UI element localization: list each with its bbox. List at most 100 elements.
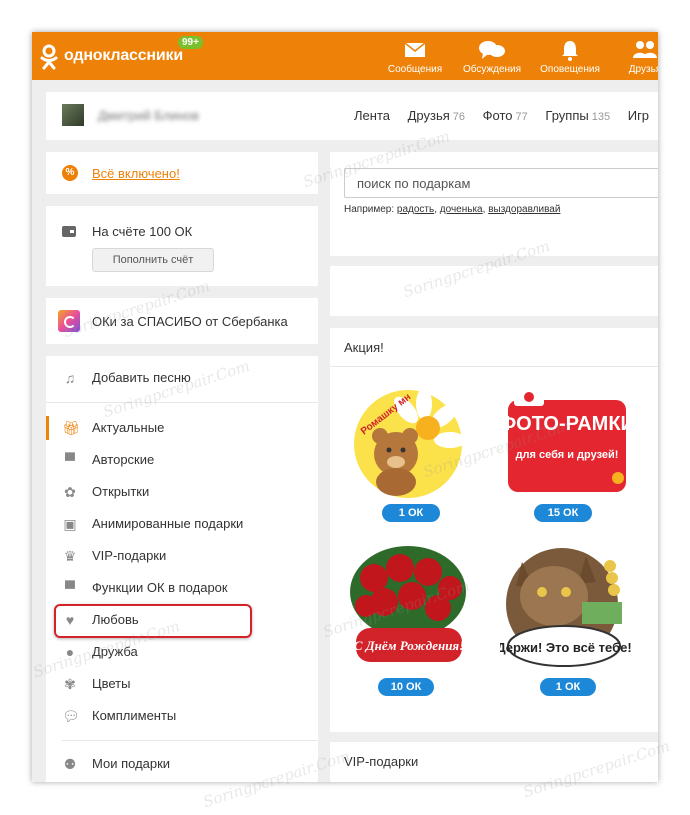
roses-birthday-sticker: С Днём Рождения! xyxy=(350,546,466,662)
menu-label: Актуальные xyxy=(92,420,165,435)
cat-money-sticker: Держи! Это всё тебе! xyxy=(496,548,632,667)
gift-price[interactable]: 1 ОК xyxy=(382,504,440,522)
avatar[interactable] xyxy=(62,104,84,126)
promo-gifts-section: Акция! Ромашку мн 1 ОК ФОТО-РАМКИ для се… xyxy=(330,328,658,732)
menu-cards[interactable]: ✿ Открытки xyxy=(46,480,318,504)
menu-label: Дружба xyxy=(92,644,138,659)
envelope-icon xyxy=(404,42,426,57)
tab-groups[interactable]: Группы 135 xyxy=(545,108,610,123)
profile-bar: Дмитрий Блинов Лента Друзья 76 Фото 77 Гру… xyxy=(46,92,658,140)
all-inclusive-promo: % Всё включено! xyxy=(46,152,318,194)
wallet-icon xyxy=(62,226,76,237)
example-link[interactable]: радость xyxy=(397,204,434,215)
flower-icon: ✾ xyxy=(64,676,76,692)
friends-icon xyxy=(633,41,657,58)
gift-roses-birthday[interactable]: С Днём Рождения! 10 ОК xyxy=(344,542,474,696)
music-note-icon: ♫ xyxy=(64,370,76,386)
menu-label: Мои подарки xyxy=(92,756,171,771)
section-title: Акция! xyxy=(344,340,384,355)
gift-icon: 🎁︎ xyxy=(62,420,80,436)
bell-icon xyxy=(562,41,578,61)
menu-author[interactable]: ▀ Авторские xyxy=(46,448,318,472)
menu-vip[interactable]: ♛ VIP-подарки xyxy=(46,544,318,568)
photo-frames-sticker: ФОТО-РАМКИ для себя и друзей! xyxy=(499,388,635,492)
gift-cat-money[interactable]: Держи! Это всё тебе! 1 ОК xyxy=(496,542,632,696)
search-examples: Например: радость, доченька, выздоравлив… xyxy=(344,204,561,215)
examples-prefix: Например: xyxy=(344,204,395,215)
menu-flowers[interactable]: ✾ Цветы xyxy=(46,672,318,696)
nav-friends-label: Друзья xyxy=(628,64,658,75)
divider xyxy=(330,366,658,367)
menu-my-gifts[interactable]: ⚉ Мои подарки xyxy=(46,752,318,776)
menu-actual[interactable]: 🎁︎ Актуальные xyxy=(46,416,321,440)
crown-icon: ♛ xyxy=(63,548,77,564)
nav-friends[interactable]: Друзья xyxy=(620,38,658,78)
menu-animated[interactable]: ▣ Анимированные подарки xyxy=(46,512,318,536)
menu-ok-functions[interactable]: ▀ Функции ОК в подарок xyxy=(46,576,318,600)
nav-messages-label: Сообщения xyxy=(387,64,443,75)
site-logo-text[interactable]: одноклассники xyxy=(64,47,183,65)
tab-friends[interactable]: Друзья 76 xyxy=(408,108,465,123)
my-gifts-icon: ⚉ xyxy=(63,756,77,772)
browser-viewport: одноклассники 99+ Сообщения Обсуждения О… xyxy=(32,32,658,782)
menu-label: Функции ОК в подарок xyxy=(92,580,228,595)
nav-discussions[interactable]: Обсуждения xyxy=(460,38,524,78)
people-icon: ● xyxy=(65,644,75,660)
menu-add-song[interactable]: ♫ Добавить песню xyxy=(46,366,318,390)
sticker-caption: Держи! Это всё тебе! xyxy=(500,640,632,655)
ok-logo-icon[interactable] xyxy=(40,44,58,70)
top-up-button[interactable]: Пополнить счёт xyxy=(92,248,214,272)
example-link[interactable]: доченька xyxy=(440,204,483,215)
gift-price[interactable]: 1 ОК xyxy=(540,678,596,696)
tab-photos[interactable]: Фото 77 xyxy=(483,108,528,123)
tab-feed[interactable]: Лента xyxy=(354,108,390,123)
hat-icon: ▀ xyxy=(65,580,75,596)
balance-card: На счёте 100 ОК Пополнить счёт xyxy=(46,206,318,286)
menu-friendship[interactable]: ● Дружба xyxy=(46,640,318,664)
profile-tabs: Лента Друзья 76 Фото 77 Группы 135 Игр xyxy=(354,108,658,123)
gift-search-input[interactable]: поиск по подаркам xyxy=(344,168,658,198)
menu-label: Комплименты xyxy=(92,708,177,723)
menu-label: Добавить песню xyxy=(92,370,191,385)
percent-icon: % xyxy=(62,165,78,181)
menu-label: Авторские xyxy=(92,452,155,467)
top-navigation-bar: одноклассники 99+ Сообщения Обсуждения О… xyxy=(32,32,658,80)
menu-label: Анимированные подарки xyxy=(92,516,244,531)
gift-bear-daisy[interactable]: Ромашку мн 1 ОК xyxy=(344,382,474,522)
bear-daisy-sticker: Ромашку мн xyxy=(354,388,466,498)
section-title: VIP-подарки xyxy=(344,754,419,769)
gift-search-card: поиск по подаркам Например: радость, доч… xyxy=(330,152,658,256)
menu-compliments[interactable]: 💬︎ Комплименты xyxy=(46,704,318,728)
example-link[interactable]: выздоравливай xyxy=(488,204,560,215)
gift-price[interactable]: 10 ОК xyxy=(378,678,434,696)
gift-price[interactable]: 15 ОК xyxy=(534,504,592,522)
balance-text: На счёте 100 ОК xyxy=(92,224,193,239)
highlight-frame xyxy=(54,604,252,638)
vip-gifts-section: VIP-подарки xyxy=(330,742,658,782)
gift-photo-frames[interactable]: ФОТО-РАМКИ для себя и друзей! 15 ОК xyxy=(499,382,635,522)
nav-notifications[interactable]: Оповещения xyxy=(536,38,604,78)
sticker-caption: С Днём Рождения! xyxy=(354,638,464,653)
divider xyxy=(46,402,318,403)
menu-label: Цветы xyxy=(92,676,131,691)
notification-badge: 99+ xyxy=(178,36,203,49)
flower-card-icon: ✿ xyxy=(64,484,76,500)
chat-bubbles-icon xyxy=(479,41,505,59)
hat-icon: ▀ xyxy=(65,452,75,468)
sticker-title: ФОТО-РАМКИ xyxy=(500,413,635,435)
nav-messages[interactable]: Сообщения xyxy=(384,38,446,78)
profile-name[interactable]: Дмитрий Блинов xyxy=(98,108,199,123)
gift-categories-menu: ♫ Добавить песню 🎁︎ Актуальные ▀ Авторск… xyxy=(46,356,318,782)
sber-spasibo-card[interactable]: ОКи за СПАСИБО от Сбербанка xyxy=(46,298,318,344)
menu-label: VIP-подарки xyxy=(92,548,167,563)
all-inclusive-link[interactable]: Всё включено! xyxy=(92,166,180,181)
sber-spasibo-text: ОКи за СПАСИБО от Сбербанка xyxy=(92,314,288,329)
menu-label: Открытки xyxy=(92,484,150,499)
nav-notifications-label: Оповещения xyxy=(540,64,600,75)
nav-discussions-label: Обсуждения xyxy=(462,64,522,75)
sber-spasibo-icon xyxy=(58,310,80,332)
sticker-subtitle: для себя и друзей! xyxy=(516,449,619,461)
animated-gift-icon: ▣ xyxy=(63,516,77,532)
divider xyxy=(62,740,318,741)
tab-games[interactable]: Игр xyxy=(628,108,649,123)
